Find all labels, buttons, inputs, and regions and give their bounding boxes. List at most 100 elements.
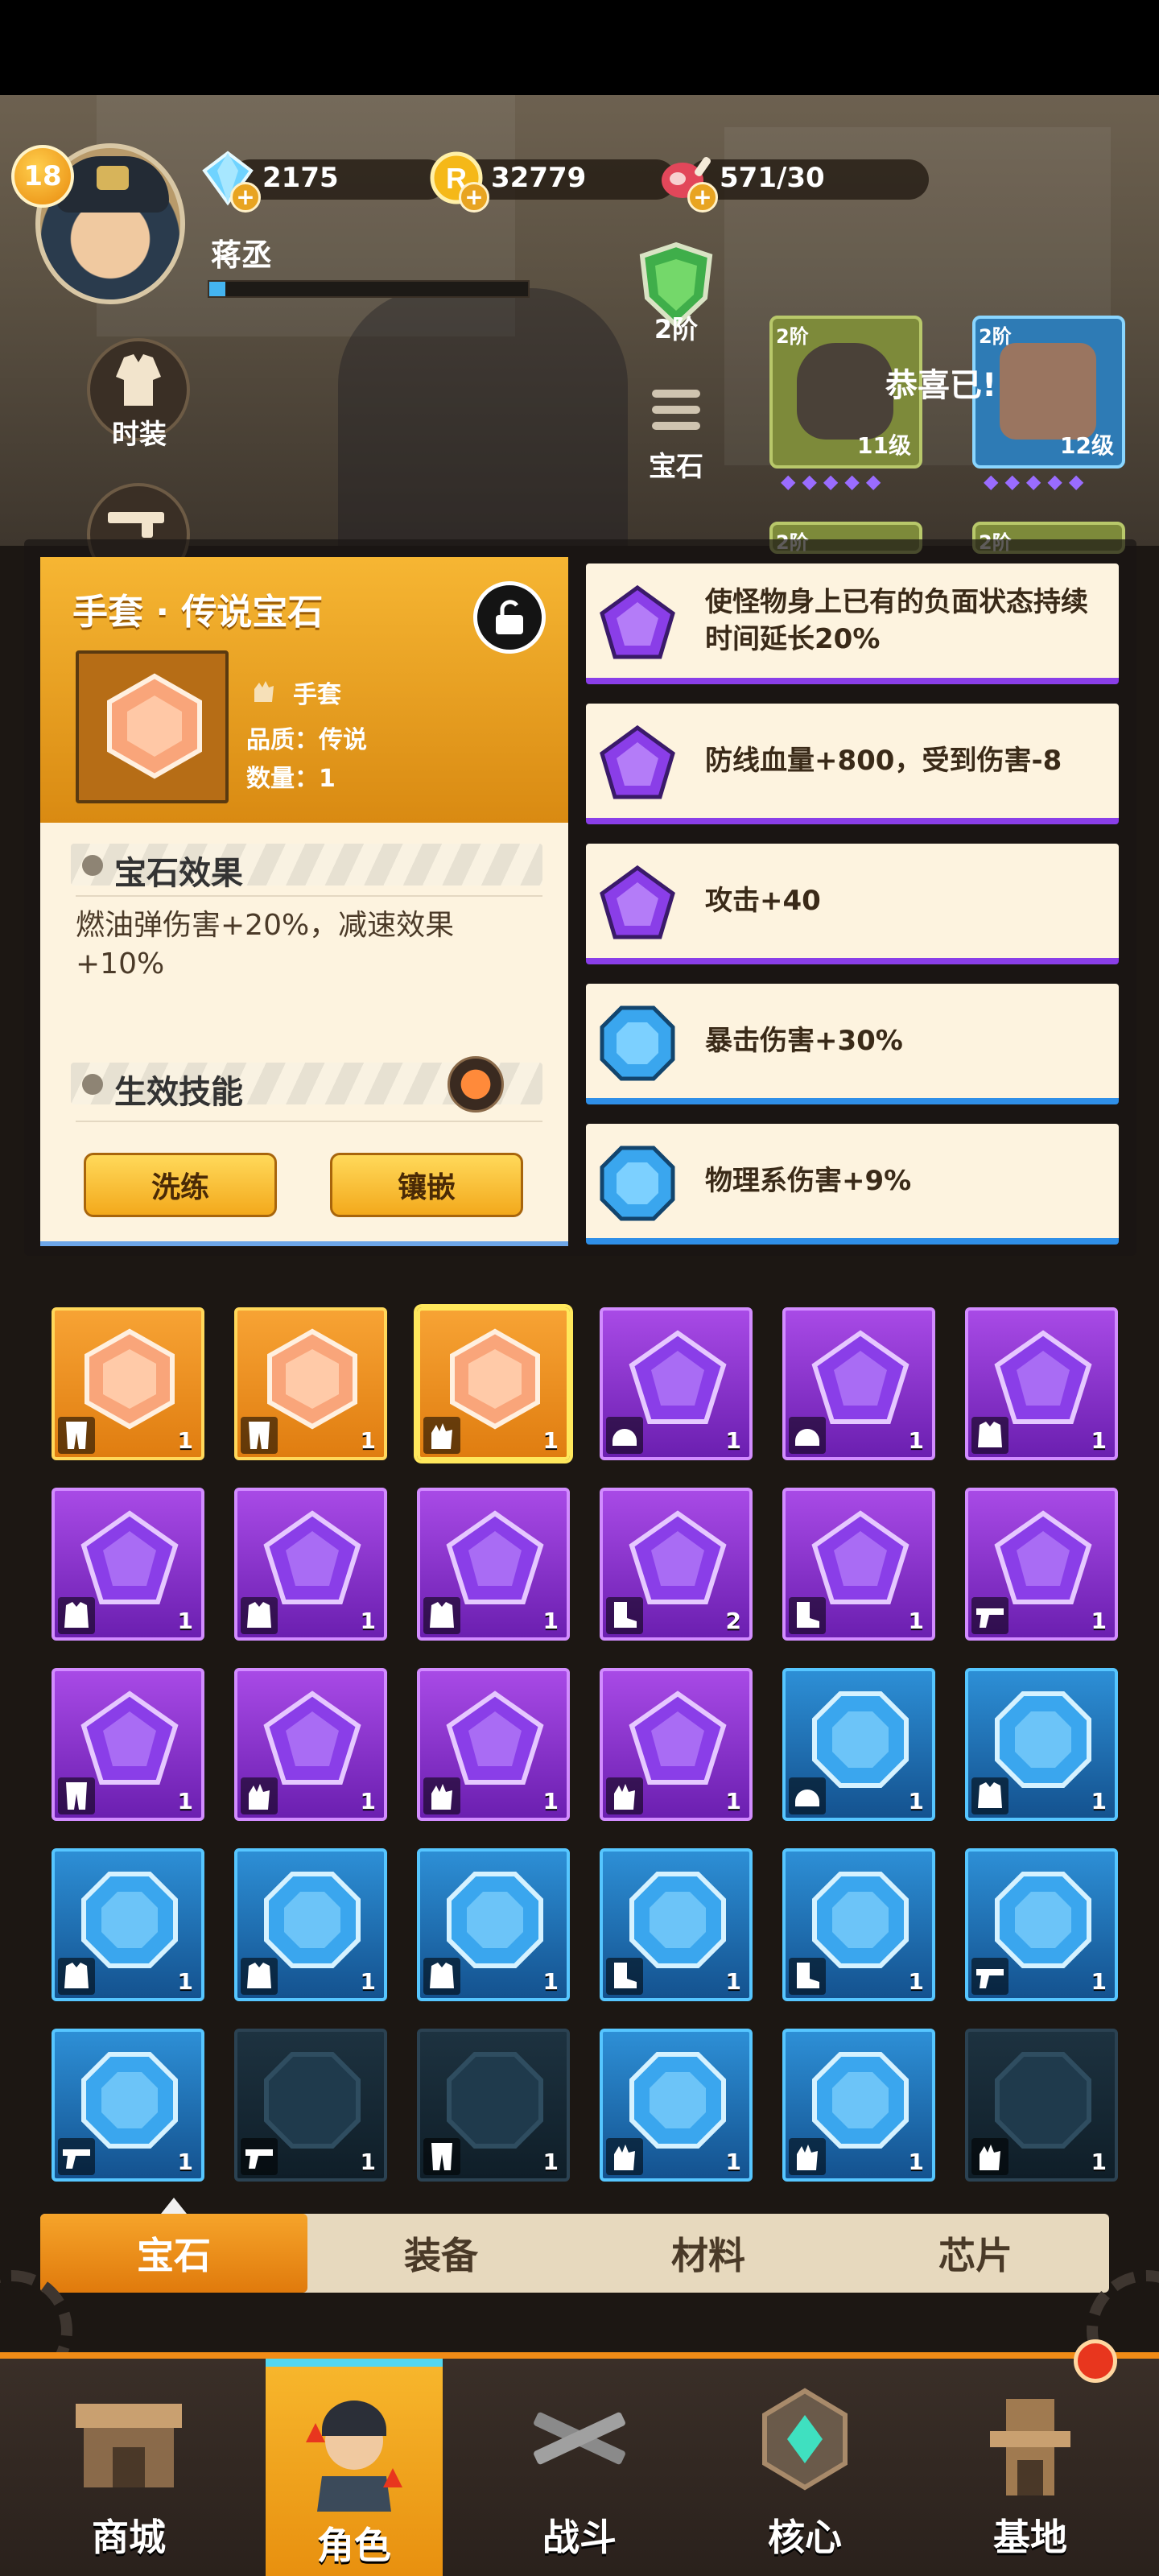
blue-gem-icon xyxy=(81,2052,178,2149)
star-dots: ◆◆◆◆◆ xyxy=(781,470,888,493)
shop-icon xyxy=(76,2404,182,2487)
add-coin-button[interactable]: + xyxy=(459,182,489,213)
tab-chip[interactable]: 芯片 xyxy=(842,2214,1109,2293)
stamina-resource[interactable]: + 571/30 xyxy=(655,150,929,213)
gem-cell[interactable]: 1 xyxy=(600,1668,753,1821)
dark-gem-icon xyxy=(447,2052,543,2149)
gem-cell[interactable]: 1 xyxy=(417,1307,570,1460)
gem-cell[interactable]: 1 xyxy=(52,1668,204,1821)
gem-cell[interactable]: 1 xyxy=(782,1307,935,1460)
gem-quantity: 1 xyxy=(725,2149,741,2175)
divider xyxy=(76,895,542,897)
gem-cell[interactable]: 1 xyxy=(52,1488,204,1641)
tier-label: 2阶 xyxy=(654,314,699,345)
blue-gem-icon xyxy=(600,1005,675,1081)
bonus-row: 物理系伤害+9% xyxy=(586,1124,1119,1245)
gem-cell[interactable]: 1 xyxy=(600,2029,753,2182)
gem-cell[interactable]: 1 xyxy=(782,1668,935,1821)
gem-cell[interactable]: 1 xyxy=(782,2029,935,2182)
blue-gem-icon xyxy=(600,1146,675,1221)
nav-label: 基地 xyxy=(993,2516,1067,2559)
detail-header: 手套 · 传说宝石 手套 品质：传说 数量：1 xyxy=(40,557,568,823)
gem-cell[interactable]: 1 xyxy=(234,1307,387,1460)
gem-entry-label[interactable]: 宝石 xyxy=(612,444,740,484)
gem-quantity: 1 xyxy=(360,2149,376,2175)
bonus-text: 使怪物身上已有的负面状态持续时间延长20% xyxy=(705,586,1088,655)
gem-cell[interactable]: 2 xyxy=(600,1488,753,1641)
purple-gem-icon xyxy=(994,1510,1092,1604)
glove-icon xyxy=(254,681,274,702)
gem-icon-box xyxy=(76,650,229,803)
bonus-text: 防线血量+800，受到伤害-8 xyxy=(705,745,1062,777)
gem-cell[interactable]: 1 xyxy=(600,1307,753,1460)
gem-cell[interactable]: 1 xyxy=(234,1488,387,1641)
boot-icon xyxy=(606,1958,643,1995)
skill-icon[interactable] xyxy=(448,1056,504,1113)
lock-button[interactable] xyxy=(473,581,546,654)
effect-text: 燃油弹伤害+20%，减速效果+10% xyxy=(76,909,455,980)
equip-tier: 2阶 xyxy=(776,325,809,348)
status-bar xyxy=(0,0,1159,95)
tab-gem[interactable]: 宝石 xyxy=(40,2214,307,2293)
slot-label: 手套 xyxy=(293,681,341,709)
gem-cell[interactable]: 1 xyxy=(234,1668,387,1821)
gem-quantity: 1 xyxy=(542,1788,559,1814)
armor-icon xyxy=(241,1958,278,1995)
gem-cell[interactable]: 1 xyxy=(234,1848,387,2001)
gem-cell[interactable]: 1 xyxy=(782,1848,935,2001)
bonus-text: 攻击+40 xyxy=(705,885,821,917)
gun-icon xyxy=(108,512,164,538)
coin-resource[interactable]: R + 32779 xyxy=(427,150,676,213)
quality-label: 品质：传说 xyxy=(246,726,367,754)
coin-value: 32779 xyxy=(491,162,587,194)
player-name: 蒋丞 xyxy=(211,237,273,273)
nav-label: 商城 xyxy=(92,2516,166,2559)
add-diamond-button[interactable]: + xyxy=(230,182,261,213)
purple-gem-icon xyxy=(629,1510,727,1604)
gem-cell[interactable]: 1 xyxy=(52,1307,204,1460)
armor-icon xyxy=(971,1777,1008,1814)
add-stamina-button[interactable]: + xyxy=(687,182,718,213)
nav-base[interactable]: 基地 xyxy=(918,2359,1143,2576)
exp-bar xyxy=(208,280,530,298)
nav-shop[interactable]: 商城 xyxy=(16,2359,241,2576)
exp-fill xyxy=(209,282,225,296)
purple-gem-icon xyxy=(263,1690,361,1785)
refine-button[interactable]: 洗练 xyxy=(84,1153,277,1217)
pants-icon xyxy=(241,1417,278,1454)
gem-cell[interactable]: 1 xyxy=(417,1488,570,1641)
gem-cell[interactable]: 1 xyxy=(417,1668,570,1821)
diamond-value: 2175 xyxy=(262,162,339,194)
pants-icon xyxy=(58,1777,95,1814)
weapon-button[interactable] xyxy=(87,483,192,586)
nav-battle[interactable]: 战斗 xyxy=(467,2359,692,2576)
tab-material[interactable]: 材料 xyxy=(575,2214,842,2293)
gem-cell[interactable]: 1 xyxy=(965,2029,1118,2182)
nav-label: 角色 xyxy=(317,2524,391,2567)
gem-cell[interactable]: 1 xyxy=(417,1848,570,2001)
nav-core[interactable]: 核心 xyxy=(692,2359,918,2576)
diamond-resource[interactable]: + 2175 xyxy=(198,150,448,213)
purple-gem-icon xyxy=(811,1330,909,1424)
gem-cell[interactable]: 1 xyxy=(52,2029,204,2182)
slot-line: 手套 xyxy=(250,675,341,710)
armor-icon xyxy=(423,1958,460,1995)
gem-cell[interactable]: 1 xyxy=(965,1668,1118,1821)
armor-icon xyxy=(241,1597,278,1634)
inlay-button[interactable]: 镶嵌 xyxy=(330,1153,523,1217)
fashion-button[interactable]: 时装 xyxy=(87,338,192,451)
armor-icon xyxy=(58,1597,95,1634)
orange-gem-icon xyxy=(85,1328,175,1430)
gem-cell[interactable]: 1 xyxy=(417,2029,570,2182)
gem-cell[interactable]: 1 xyxy=(52,1848,204,2001)
gem-cell[interactable]: 1 xyxy=(965,1488,1118,1641)
gem-cell[interactable]: 1 xyxy=(234,2029,387,2182)
gem-cell[interactable]: 1 xyxy=(600,1848,753,2001)
nav-character[interactable]: 角色 xyxy=(266,2359,443,2576)
tab-equipment[interactable]: 装备 xyxy=(307,2214,575,2293)
gem-cell[interactable]: 1 xyxy=(965,1848,1118,2001)
dark-gem-icon xyxy=(264,2052,361,2149)
gem-quantity: 1 xyxy=(725,1968,741,1995)
gem-cell[interactable]: 1 xyxy=(782,1488,935,1641)
gem-cell[interactable]: 1 xyxy=(965,1307,1118,1460)
